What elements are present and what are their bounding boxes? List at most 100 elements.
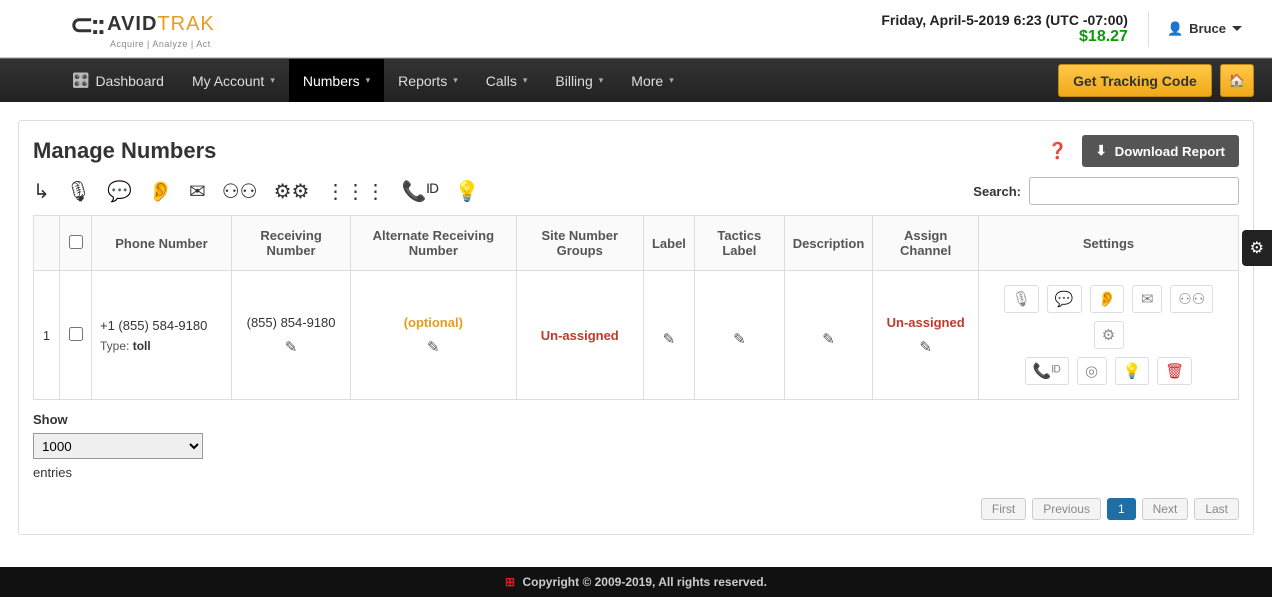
caret-down-icon xyxy=(1232,26,1242,31)
edit-icon[interactable]: ✎ xyxy=(427,338,440,356)
page-last-button[interactable]: Last xyxy=(1194,498,1239,520)
main-panel: Manage Numbers ❓ ⬇ Download Report ↳ 🎙 💬… xyxy=(18,120,1254,535)
download-report-button[interactable]: ⬇ Download Report xyxy=(1082,135,1240,167)
page-first-button[interactable]: First xyxy=(981,498,1026,520)
col-label[interactable]: Label xyxy=(643,216,694,271)
nav-numbers[interactable]: Numbers▾ xyxy=(289,59,384,102)
nav-my-account[interactable]: My Account▾ xyxy=(178,59,289,102)
numbers-table: Phone Number Receiving Number Alternate … xyxy=(33,215,1239,400)
cell-assign-channel: Un-assigned ✎ xyxy=(873,271,979,400)
search-box: Search: xyxy=(973,177,1239,205)
nav-reports[interactable]: Reports▾ xyxy=(384,59,472,102)
col-alt-receiving[interactable]: Alternate Receiving Number xyxy=(351,216,516,271)
settings-gears-icon[interactable]: ⚙⚙ xyxy=(274,179,310,204)
caret-icon: ▾ xyxy=(270,75,275,86)
caret-icon: ▾ xyxy=(523,75,528,86)
nav-more[interactable]: More ▾ xyxy=(617,59,687,102)
logo-icon: ⊂:: xyxy=(70,8,103,41)
logo-text-2: TRAK xyxy=(157,13,214,35)
col-description[interactable]: Description xyxy=(784,216,873,271)
voicemail-icon[interactable]: ⚇⚇ xyxy=(222,179,258,204)
side-settings-button[interactable]: ⚙ xyxy=(1242,230,1272,266)
logo-text-1: AVID xyxy=(107,13,157,35)
page-previous-button[interactable]: Previous xyxy=(1032,498,1101,520)
col-receiving-number[interactable]: Receiving Number xyxy=(232,216,351,271)
cell-site-groups: Un-assigned xyxy=(516,271,643,400)
get-tracking-code-button[interactable]: Get Tracking Code xyxy=(1058,64,1212,97)
caret-icon: ▾ xyxy=(366,75,371,86)
col-assign-channel[interactable]: Assign Channel xyxy=(873,216,979,271)
caret-icon: ▾ xyxy=(453,75,458,86)
chat-icon[interactable]: 💬 xyxy=(107,179,132,204)
navbar: 🎛️Dashboard My Account▾ Numbers▾ Reports… xyxy=(0,58,1272,102)
nav-calls[interactable]: Calls ▾ xyxy=(472,59,542,102)
col-settings[interactable]: Settings xyxy=(979,216,1239,271)
nav-billing-label: Billing xyxy=(555,73,592,89)
nav-dashboard[interactable]: 🎛️Dashboard xyxy=(58,59,178,102)
nav-calls-label: Calls xyxy=(486,73,517,89)
caller-id-icon[interactable]: 📞ᴵᴰ xyxy=(1025,357,1069,385)
edit-icon[interactable]: ✎ xyxy=(663,330,676,348)
help-icon[interactable]: ❓ xyxy=(1048,141,1068,161)
col-phone-number[interactable]: Phone Number xyxy=(92,216,232,271)
row-index: 1 xyxy=(34,271,60,400)
col-tactics-label[interactable]: Tactics Label xyxy=(694,216,784,271)
phone-number-text: +1 (855) 584-9180 xyxy=(100,318,223,333)
cell-phone-number: +1 (855) 584-9180 Type: toll xyxy=(92,271,232,400)
bulb-icon[interactable]: 💡 xyxy=(455,179,480,204)
balance-text: $18.27 xyxy=(881,28,1128,46)
row-checkbox[interactable] xyxy=(69,327,83,341)
dialpad-icon[interactable]: ⋮⋮⋮ xyxy=(325,179,385,204)
caret-icon: ▾ xyxy=(669,75,674,86)
home-icon-button[interactable]: 🏠 xyxy=(1220,64,1254,97)
edit-icon[interactable]: ✎ xyxy=(822,330,835,348)
cell-description: ✎ xyxy=(784,271,873,400)
microphone-icon[interactable]: 🎙 xyxy=(1004,285,1039,313)
col-checkbox xyxy=(60,216,92,271)
nav-billing[interactable]: Billing ▾ xyxy=(541,59,617,102)
cell-alt-receiving: (optional) ✎ xyxy=(351,271,516,400)
unassigned-text: Un-assigned xyxy=(525,328,635,343)
search-label: Search: xyxy=(973,184,1021,199)
ear-whisper-icon[interactable]: 👂 xyxy=(1090,285,1125,313)
dashboard-icon: 🎛️ xyxy=(72,72,89,89)
top-bar: ⊂:: AVIDTRAK Acquire | Analyze | Act Fri… xyxy=(0,0,1272,58)
caller-id-icon[interactable]: 📞ᴵᴰ xyxy=(401,179,438,204)
show-label: Show xyxy=(33,412,1239,427)
gears-icon[interactable]: ⚙ xyxy=(1094,321,1124,349)
logo-tagline: Acquire | Analyze | Act xyxy=(110,39,215,49)
ear-whisper-icon[interactable]: 👂 xyxy=(148,179,173,204)
bulb-icon[interactable]: 💡 xyxy=(1115,357,1150,385)
optional-text: (optional) xyxy=(359,315,507,330)
edit-icon[interactable]: ✎ xyxy=(919,338,932,356)
mail-icon[interactable]: ✉ xyxy=(189,179,206,204)
page-1-button[interactable]: 1 xyxy=(1107,498,1136,520)
page-title: Manage Numbers xyxy=(33,138,216,164)
user-menu[interactable]: 👤 Bruce xyxy=(1148,11,1242,47)
datetime-block: Friday, April-5-2019 6:23 (UTC -07:00) $… xyxy=(881,12,1128,46)
logo[interactable]: ⊂:: AVIDTRAK Acquire | Analyze | Act xyxy=(70,8,215,49)
col-site-groups[interactable]: Site Number Groups xyxy=(516,216,643,271)
microphone-icon[interactable]: 🎙 xyxy=(66,179,91,204)
cell-receiving-number: (855) 854-9180 ✎ xyxy=(232,271,351,400)
select-all-checkbox[interactable] xyxy=(69,235,83,249)
nav-more-label: More xyxy=(631,73,663,89)
page-next-button[interactable]: Next xyxy=(1142,498,1189,520)
voicemail-icon[interactable]: ⚇⚇ xyxy=(1170,285,1213,313)
caret-icon: ▾ xyxy=(599,75,604,86)
chat-icon[interactable]: 💬 xyxy=(1047,285,1082,313)
mail-icon[interactable]: ✉ xyxy=(1132,285,1162,313)
edit-icon[interactable]: ✎ xyxy=(733,330,746,348)
footer: ⊞ Copyright © 2009-2019, All rights rese… xyxy=(0,567,1272,597)
entries-select[interactable]: 1000 xyxy=(33,433,203,459)
type-label: Type: xyxy=(100,339,129,353)
user-icon: 👤 xyxy=(1167,21,1183,37)
cell-settings: 🎙 💬 👂 ✉ ⚇⚇ ⚙ 📞ᴵᴰ ◎ 💡 🗑 xyxy=(979,271,1239,400)
delete-trash-icon[interactable]: 🗑 xyxy=(1157,357,1192,385)
datetime-text: Friday, April-5-2019 6:23 (UTC -07:00) xyxy=(881,12,1128,28)
cell-label: ✎ xyxy=(643,271,694,400)
edit-icon[interactable]: ✎ xyxy=(285,338,298,356)
forward-icon[interactable]: ↳ xyxy=(33,179,50,204)
search-input[interactable] xyxy=(1029,177,1239,205)
target-icon[interactable]: ◎ xyxy=(1077,357,1107,385)
